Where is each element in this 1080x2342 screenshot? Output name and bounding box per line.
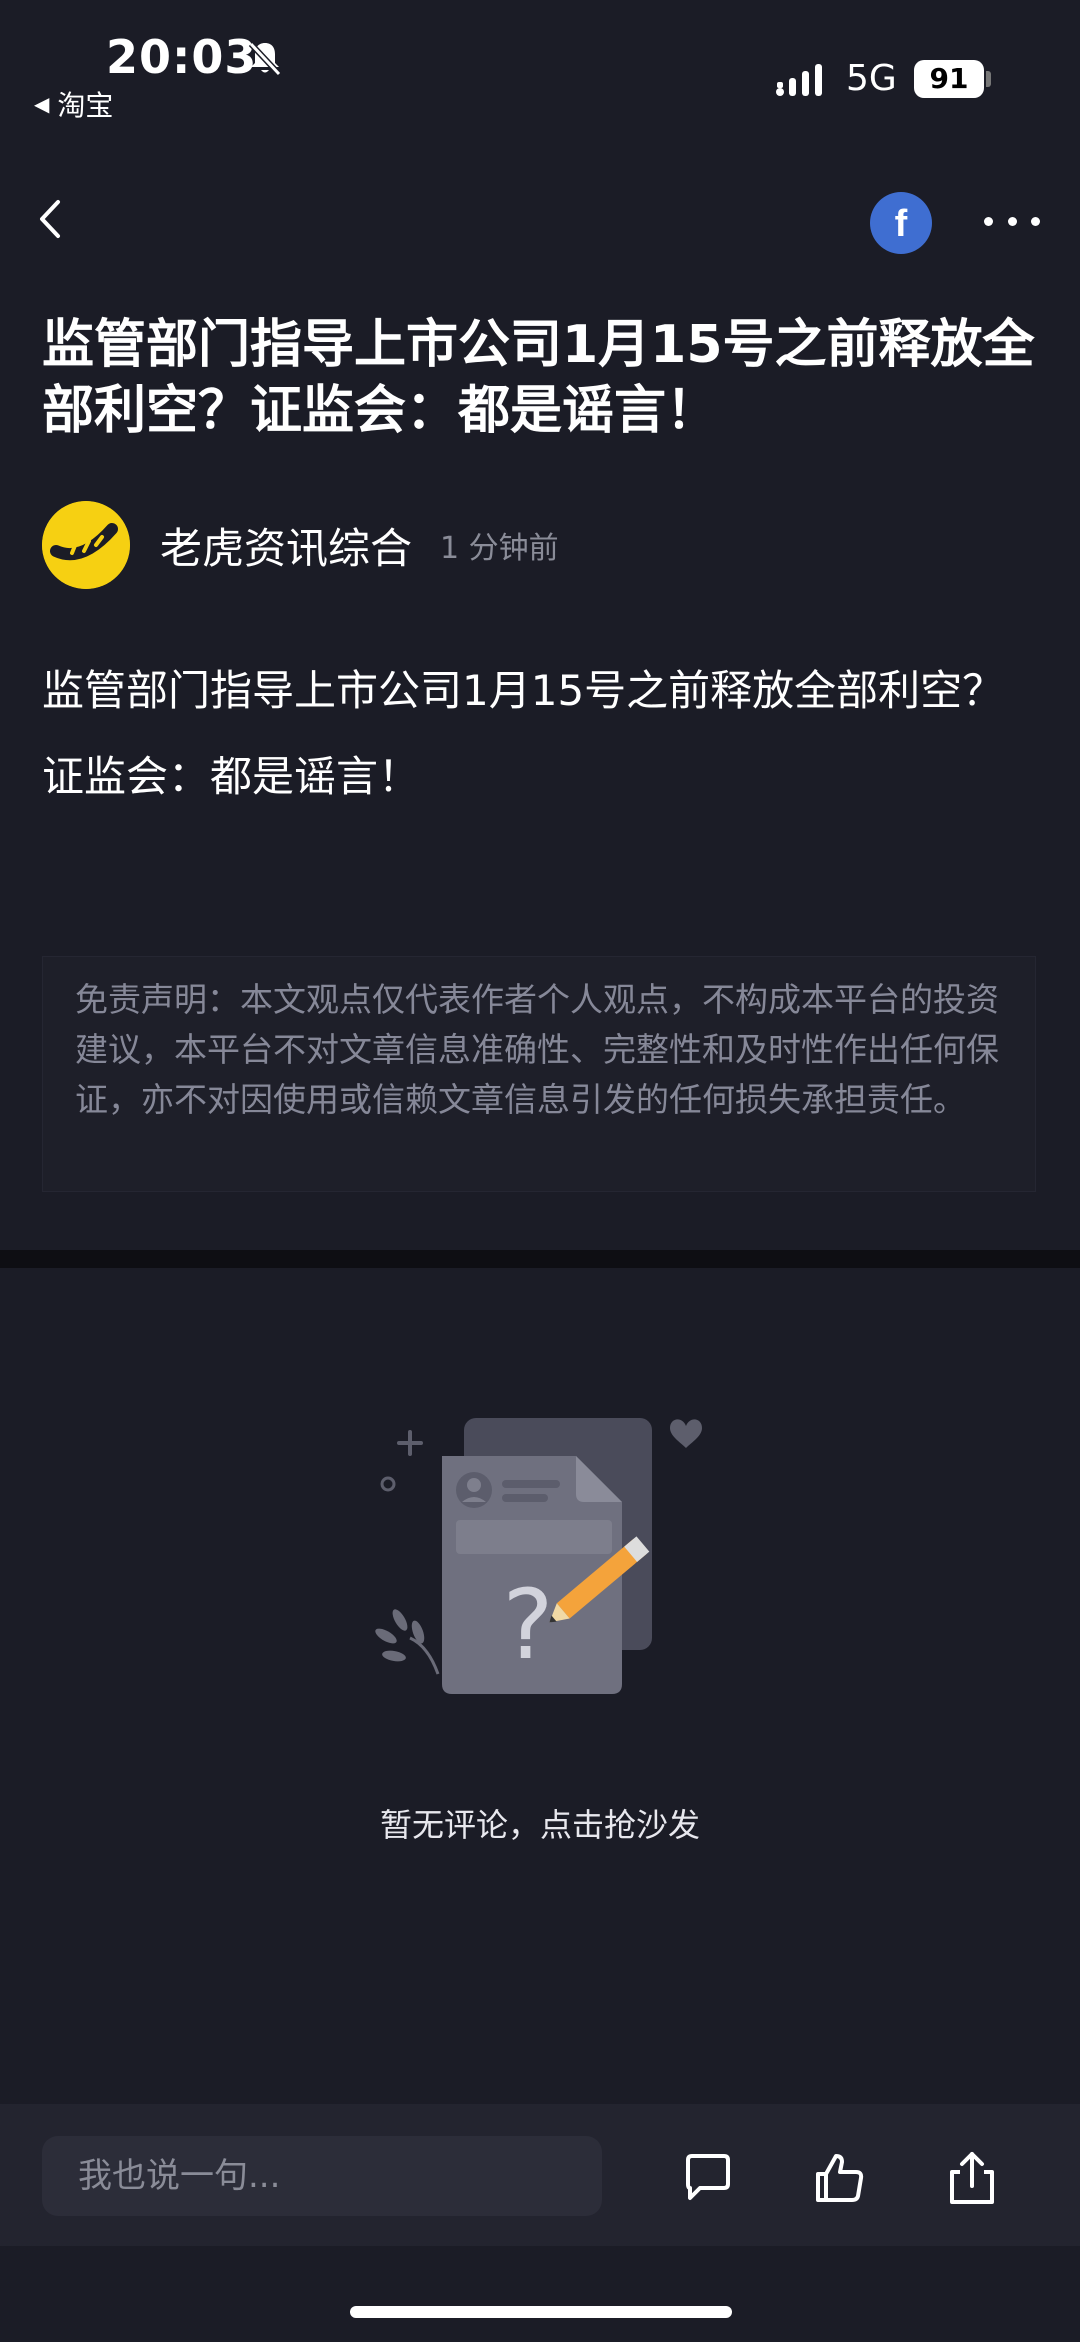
facebook-share-icon[interactable]: f (870, 192, 932, 254)
signal-icon (776, 64, 822, 96)
status-time: 20:03 (106, 30, 258, 84)
bell-muted-icon (248, 41, 282, 77)
top-nav: f (0, 180, 1080, 260)
no-comments-text[interactable]: 暂无评论，点击抢沙发 (0, 1800, 1080, 1846)
back-to-app-link[interactable]: ◀ 淘宝 (34, 84, 113, 124)
disclaimer-box: 免责声明：本文观点仅代表作者个人观点，不构成本平台的投资建议，本平台不对文章信息… (42, 956, 1036, 1192)
bottom-action-bar (0, 2104, 1080, 2246)
status-bar: 20:03 ◀ 淘宝 5G 91 (0, 0, 1080, 130)
home-indicator[interactable] (350, 2306, 732, 2318)
like-thumbs-up-icon[interactable] (812, 2150, 868, 2206)
author-avatar[interactable] (42, 501, 130, 589)
comment-icon[interactable] (680, 2150, 736, 2206)
battery-icon: 91 (914, 60, 984, 98)
article-title: 监管部门指导上市公司1月15号之前释放全部利空？证监会：都是谣言！ (42, 315, 1035, 441)
article-body: 监管部门指导上市公司1月15号之前释放全部利空？证监会：都是谣言！ (42, 666, 1005, 801)
back-arrow-icon[interactable] (30, 194, 74, 244)
share-icon[interactable] (944, 2150, 1000, 2206)
author-row: 老虎资讯综合 1 分钟前 (42, 500, 559, 590)
more-options-icon[interactable] (984, 196, 1040, 246)
tiger-logo-icon (42, 501, 130, 589)
back-triangle-icon: ◀ (34, 92, 50, 116)
battery-tip (986, 71, 991, 87)
network-type: 5G (846, 58, 897, 99)
publish-time: 1 分钟前 (440, 531, 559, 566)
comment-input[interactable] (42, 2136, 602, 2216)
no-comments-illustration-icon: ? (375, 1418, 702, 1694)
author-name[interactable]: 老虎资讯综合 (160, 515, 412, 576)
back-app-label: 淘宝 (57, 89, 114, 122)
section-divider (0, 1250, 1080, 1268)
svg-text:?: ? (503, 1569, 554, 1681)
